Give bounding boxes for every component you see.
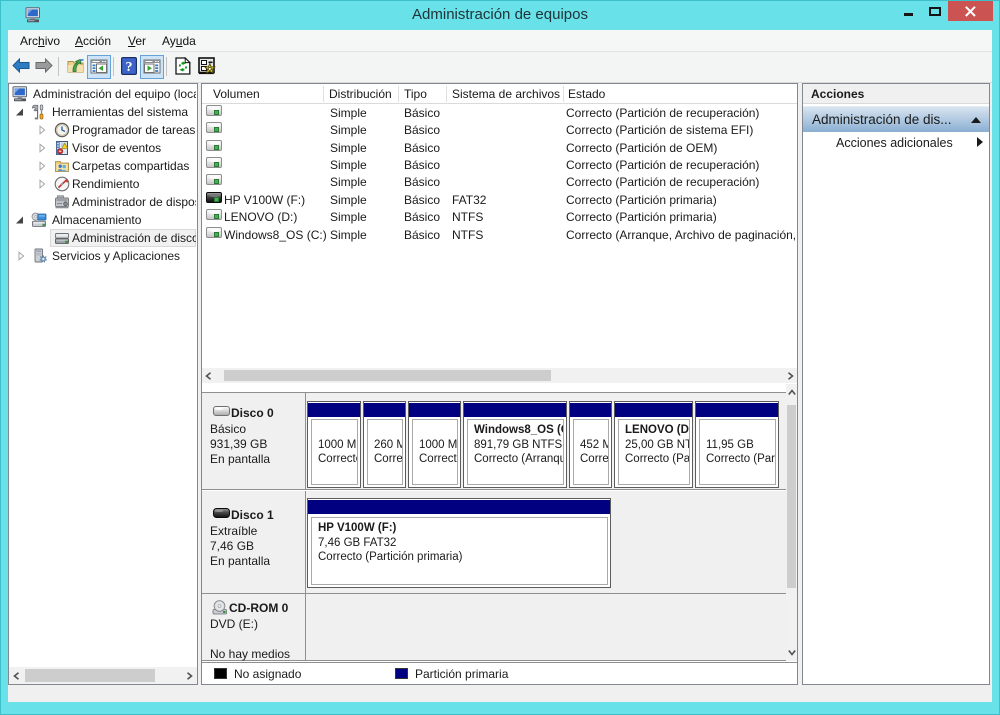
- svg-text:?: ?: [126, 60, 133, 75]
